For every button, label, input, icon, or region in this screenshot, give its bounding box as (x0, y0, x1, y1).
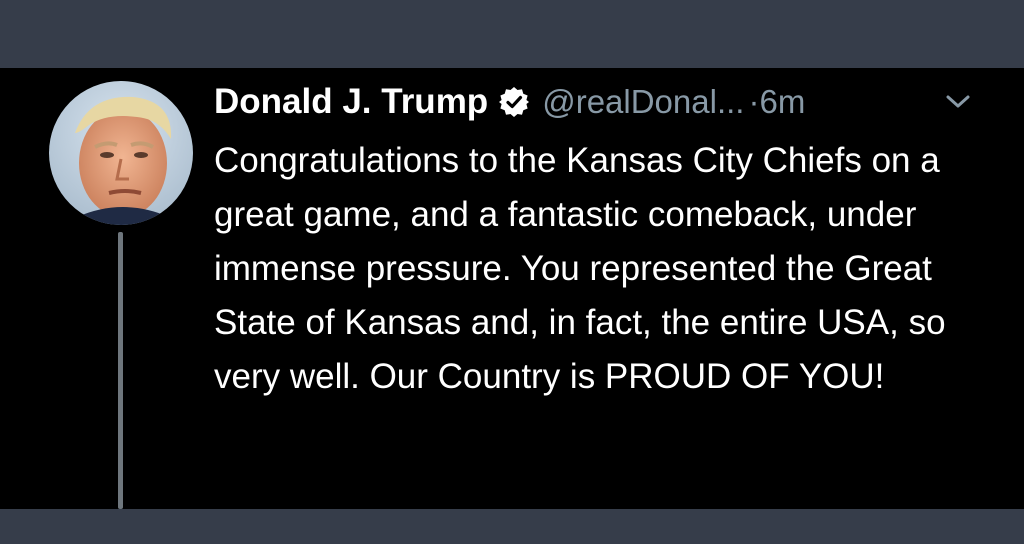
user-handle[interactable]: @realDonal... (542, 83, 744, 121)
chevron-down-icon[interactable] (944, 92, 972, 112)
separator-dot: · (748, 83, 760, 120)
display-name[interactable]: Donald J. Trump (214, 82, 488, 122)
tweet-card[interactable]: Donald J. Trump @realDonal... · 6m Congr… (0, 68, 1024, 509)
tweet-header: Donald J. Trump @realDonal... · 6m (214, 78, 805, 126)
tweet-text: Congratulations to the Kansas City Chief… (214, 141, 946, 396)
verified-badge-icon (498, 86, 530, 118)
avatar-image (49, 81, 193, 225)
thread-line (118, 232, 123, 509)
bottom-frame-bar (0, 509, 1024, 544)
avatar[interactable] (49, 81, 193, 225)
timestamp[interactable]: 6m (759, 83, 805, 121)
top-frame-bar (0, 0, 1024, 68)
